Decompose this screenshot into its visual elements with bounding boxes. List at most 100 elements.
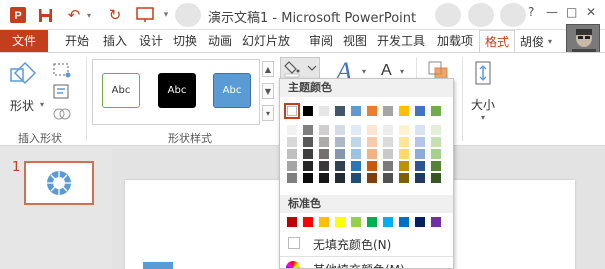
theme-shade-swatch[interactable]: [431, 137, 441, 147]
theme-shade-swatch[interactable]: [303, 137, 313, 147]
theme-shade-swatch[interactable]: [287, 161, 297, 171]
theme-shade-swatch[interactable]: [319, 137, 329, 147]
theme-shade-swatch[interactable]: [351, 173, 361, 183]
theme-shade-swatch[interactable]: [319, 149, 329, 159]
edit-shape-icon[interactable]: [52, 61, 74, 79]
theme-shade-swatch[interactable]: [383, 137, 393, 147]
theme-shade-swatch[interactable]: [415, 149, 425, 159]
theme-color-swatch[interactable]: [431, 106, 441, 116]
tab-format[interactable]: 格式: [479, 30, 515, 53]
redo-icon[interactable]: ↻: [106, 5, 124, 25]
theme-shade-swatch[interactable]: [431, 149, 441, 159]
selected-shape[interactable]: [143, 262, 173, 269]
theme-shade-swatch[interactable]: [335, 161, 345, 171]
theme-shade-swatch[interactable]: [431, 125, 441, 135]
theme-shade-swatch[interactable]: [415, 161, 425, 171]
theme-color-swatch[interactable]: [415, 106, 425, 116]
theme-shade-swatch[interactable]: [367, 149, 377, 159]
tab-review[interactable]: 审阅: [306, 30, 336, 52]
theme-shade-swatch[interactable]: [399, 137, 409, 147]
tab-insert[interactable]: 插入: [100, 30, 130, 52]
theme-shade-swatch[interactable]: [383, 149, 393, 159]
tab-transitions[interactable]: 切换: [170, 30, 200, 52]
slideshow-icon[interactable]: [134, 5, 156, 25]
standard-color-swatch[interactable]: [303, 217, 313, 227]
app-ppt-icon[interactable]: P: [8, 5, 28, 25]
theme-shade-swatch[interactable]: [319, 173, 329, 183]
theme-shade-swatch[interactable]: [335, 173, 345, 183]
theme-shade-swatch[interactable]: [287, 137, 297, 147]
theme-shade-swatch[interactable]: [351, 137, 361, 147]
user-account[interactable]: 胡俊 ▾: [520, 30, 552, 52]
more-fill-colors-menu-item[interactable]: 其他填充颜色(M)...: [280, 259, 453, 268]
shape-fill-button[interactable]: [280, 57, 320, 79]
theme-shade-swatch[interactable]: [399, 161, 409, 171]
shapes-gallery-icon[interactable]: [8, 59, 38, 89]
theme-shade-swatch[interactable]: [399, 125, 409, 135]
theme-shade-swatch[interactable]: [287, 173, 297, 183]
theme-shade-swatch[interactable]: [287, 125, 297, 135]
theme-color-swatch[interactable]: [399, 106, 409, 116]
customize-qat-icon[interactable]: ▾: [160, 5, 172, 25]
tab-slideshow[interactable]: 幻灯片放: [240, 30, 292, 52]
tab-addins[interactable]: 加载项: [434, 30, 476, 52]
theme-shade-swatch[interactable]: [431, 161, 441, 171]
shapes-button-label[interactable]: 形状: [10, 97, 34, 114]
theme-shade-swatch[interactable]: [351, 149, 361, 159]
standard-color-swatch[interactable]: [319, 217, 329, 227]
theme-shade-swatch[interactable]: [367, 137, 377, 147]
tab-design[interactable]: 设计: [136, 30, 166, 52]
standard-color-swatch[interactable]: [367, 217, 377, 227]
theme-color-swatch[interactable]: [367, 106, 377, 116]
theme-shade-swatch[interactable]: [351, 161, 361, 171]
theme-shade-swatch[interactable]: [303, 149, 313, 159]
theme-shade-swatch[interactable]: [303, 173, 313, 183]
theme-color-swatch[interactable]: [335, 106, 345, 116]
style-sample-outline-green[interactable]: Abc: [102, 73, 140, 108]
theme-shade-swatch[interactable]: [335, 137, 345, 147]
theme-shade-swatch[interactable]: [415, 137, 425, 147]
theme-shade-swatch[interactable]: [335, 149, 345, 159]
standard-color-swatch[interactable]: [383, 217, 393, 227]
theme-shade-swatch[interactable]: [383, 161, 393, 171]
slide-thumbnail[interactable]: [24, 161, 94, 205]
gallery-scroll-down-button[interactable]: ▼: [262, 83, 274, 99]
tab-view[interactable]: 视图: [340, 30, 370, 52]
merge-shapes-icon[interactable]: [52, 105, 74, 123]
tab-file[interactable]: 文件: [0, 30, 48, 52]
size-button-label[interactable]: 大小: [471, 96, 495, 113]
undo-icon[interactable]: ↶: [64, 5, 84, 25]
undo-dropdown-icon[interactable]: ▾: [84, 5, 94, 25]
minimize-button[interactable]: —: [546, 5, 558, 19]
theme-shade-swatch[interactable]: [415, 173, 425, 183]
theme-shade-swatch[interactable]: [319, 161, 329, 171]
theme-shade-swatch[interactable]: [399, 149, 409, 159]
theme-shade-swatch[interactable]: [367, 125, 377, 135]
gallery-scroll-up-button[interactable]: ▲: [262, 61, 274, 77]
size-icon[interactable]: [472, 59, 496, 87]
theme-shade-swatch[interactable]: [383, 125, 393, 135]
tab-developer[interactable]: 开发工具: [374, 30, 428, 52]
theme-color-swatch[interactable]: [351, 106, 361, 116]
theme-shade-swatch[interactable]: [383, 173, 393, 183]
gallery-more-button[interactable]: ▾: [262, 105, 274, 121]
theme-shade-swatch[interactable]: [319, 125, 329, 135]
theme-shade-swatch[interactable]: [287, 149, 297, 159]
tab-home[interactable]: 开始: [62, 30, 92, 52]
theme-shade-swatch[interactable]: [303, 161, 313, 171]
maximize-button[interactable]: □: [566, 5, 577, 19]
avatar[interactable]: [566, 24, 600, 54]
help-button[interactable]: ?: [528, 5, 534, 19]
theme-shade-swatch[interactable]: [367, 173, 377, 183]
theme-color-swatch[interactable]: [284, 103, 300, 119]
theme-shade-swatch[interactable]: [303, 125, 313, 135]
theme-color-swatch[interactable]: [319, 106, 329, 116]
tab-animations[interactable]: 动画: [205, 30, 235, 52]
no-fill-menu-item[interactable]: 无填充颜色(N): [280, 234, 453, 252]
theme-color-swatch[interactable]: [383, 106, 393, 116]
text-box-icon[interactable]: [52, 83, 74, 101]
theme-shade-swatch[interactable]: [415, 125, 425, 135]
standard-color-swatch[interactable]: [335, 217, 345, 227]
theme-shade-swatch[interactable]: [399, 173, 409, 183]
standard-color-swatch[interactable]: [351, 217, 361, 227]
